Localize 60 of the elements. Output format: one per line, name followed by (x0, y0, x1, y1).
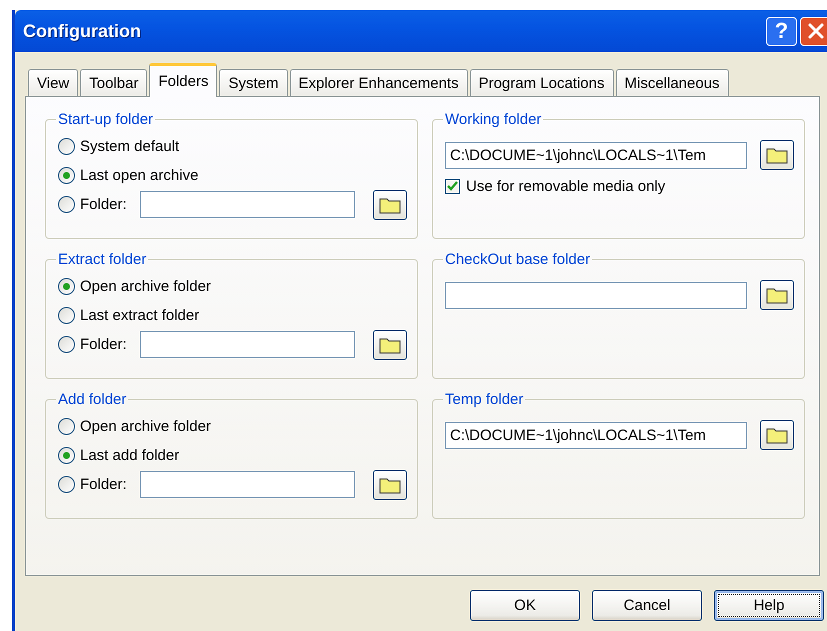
dialog-button[interactable]: Help (714, 590, 824, 621)
radio-button[interactable] (58, 476, 75, 493)
folder-icon (378, 336, 401, 354)
folder-field[interactable] (140, 471, 355, 498)
tab[interactable]: Miscellaneous (616, 69, 729, 96)
folder-icon (378, 476, 401, 494)
folder-icon (766, 146, 788, 164)
radio-label[interactable]: Folder: (80, 336, 127, 353)
radio-button[interactable] (58, 307, 75, 324)
tab[interactable]: Folders (149, 63, 218, 97)
folder-icon (766, 286, 788, 304)
browse-button[interactable] (760, 420, 794, 450)
radio-button[interactable] (58, 278, 75, 295)
path-field[interactable]: C:\DOCUME~1\johnc\LOCALS~1\Tem (445, 422, 747, 448)
radio-button[interactable] (58, 138, 75, 155)
group-title: CheckOut base folder (444, 251, 592, 268)
tab[interactable]: Explorer Enhancements (290, 69, 468, 96)
folder-field[interactable] (140, 191, 355, 218)
dialog-button[interactable]: OK (470, 590, 580, 621)
checkbox[interactable] (445, 179, 460, 194)
dialog-button[interactable]: Cancel (592, 590, 702, 621)
radio-button[interactable] (58, 336, 75, 353)
group-title: Start-up folder (57, 111, 154, 128)
group-title: Extract folder (57, 251, 148, 268)
folder-field[interactable] (140, 331, 355, 358)
radio-label[interactable]: Last extract folder (80, 307, 200, 324)
checkbox-label[interactable]: Use for removable media only (466, 178, 666, 195)
path-field[interactable] (445, 282, 747, 308)
radio-label[interactable]: Open archive folder (80, 278, 211, 295)
radio-label[interactable]: Open archive folder (80, 418, 211, 435)
radio-label[interactable]: Last add folder (80, 447, 180, 464)
radio-label[interactable]: Last open archive (80, 167, 198, 184)
close-icon (806, 21, 826, 41)
browse-button[interactable] (372, 190, 407, 220)
radio-label[interactable]: Folder: (80, 196, 127, 213)
tab[interactable]: Program Locations (470, 69, 614, 96)
radio-button[interactable] (58, 196, 75, 213)
tab[interactable]: Toolbar (80, 69, 148, 96)
window-title: Configuration (23, 20, 141, 42)
tab[interactable]: System (219, 69, 288, 96)
group-title: Working folder (444, 111, 542, 128)
group-title: Temp folder (444, 391, 524, 408)
close-button[interactable] (800, 16, 827, 46)
path-value: C:\DOCUME~1\johnc\LOCALS~1\Tem (450, 146, 706, 164)
path-value: C:\DOCUME~1\johnc\LOCALS~1\Tem (450, 426, 706, 444)
browse-button[interactable] (372, 470, 407, 500)
browse-button[interactable] (372, 330, 407, 360)
browse-button[interactable] (760, 140, 794, 170)
radio-button[interactable] (58, 447, 75, 464)
folder-icon (766, 426, 788, 444)
radio-label[interactable]: Folder: (80, 476, 127, 493)
path-field[interactable]: C:\DOCUME~1\johnc\LOCALS~1\Tem (445, 142, 747, 168)
radio-button[interactable] (58, 167, 75, 184)
folder-icon (378, 196, 401, 214)
group-title: Add folder (57, 391, 128, 408)
radio-button[interactable] (58, 418, 75, 435)
browse-button[interactable] (760, 280, 794, 310)
radio-label[interactable]: System default (80, 138, 180, 155)
help-button[interactable]: ? (766, 16, 797, 46)
tab[interactable]: View (28, 69, 78, 96)
